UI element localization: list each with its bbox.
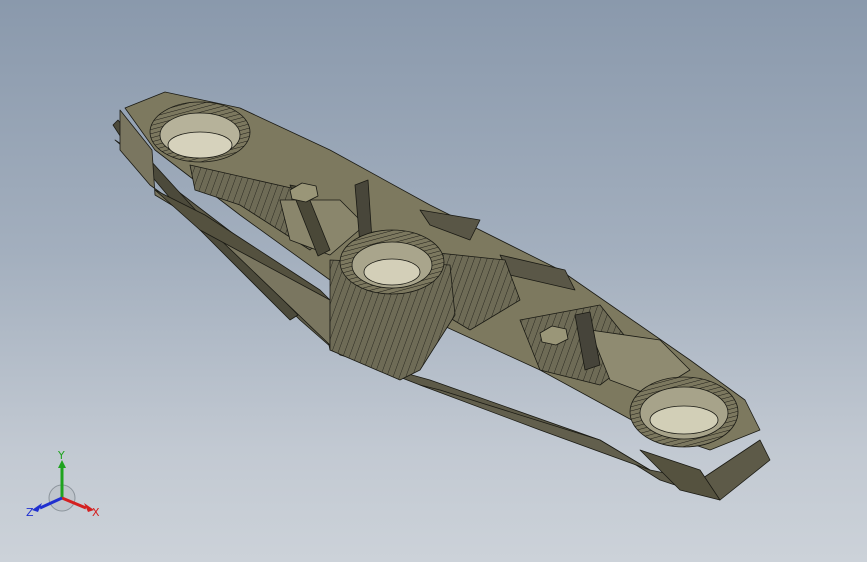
3d-part-model[interactable]	[0, 0, 867, 562]
graphics-viewport[interactable]: Y X Z	[0, 0, 867, 562]
boss-left	[149, 101, 251, 163]
boss-right	[629, 376, 739, 448]
orientation-triad: Y X Z	[26, 449, 100, 519]
y-axis-label: Y	[57, 449, 65, 462]
boss-center	[339, 229, 445, 295]
z-axis-label: Z	[26, 506, 34, 519]
x-axis-label: X	[92, 506, 100, 519]
